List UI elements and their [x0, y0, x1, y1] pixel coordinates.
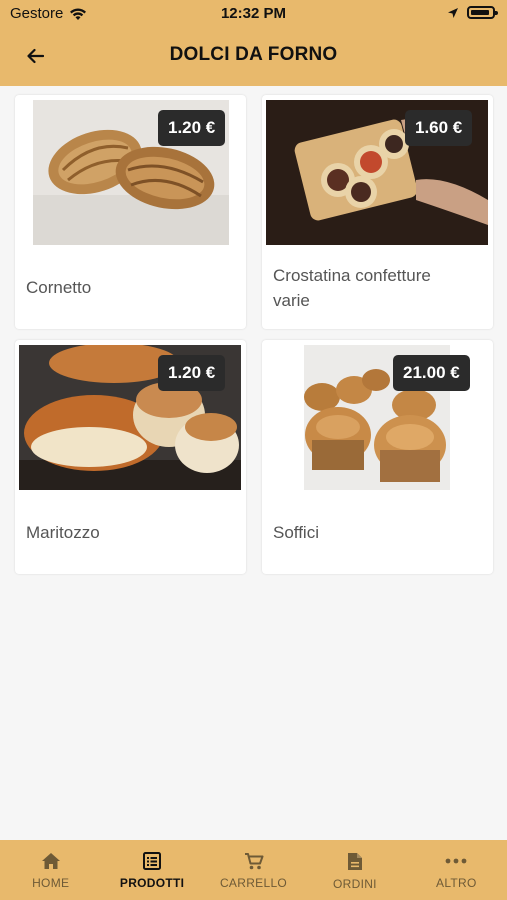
product-name: Maritozzo: [26, 523, 100, 542]
tab-label: PRODOTTI: [119, 876, 185, 890]
tab-label: HOME: [32, 876, 70, 890]
status-right-group: [447, 6, 498, 19]
price-badge: 1.20 €: [158, 355, 226, 391]
tab-altro[interactable]: ALTRO: [406, 840, 507, 900]
status-time: 12:32 PM: [220, 5, 287, 22]
top-app-bar: Gestore 12:32 PM DOLCI DA FORNO: [0, 0, 507, 86]
product-card-cornetto[interactable]: 1.20 € Cornetto: [15, 95, 246, 329]
tab-carrello[interactable]: CARRELLO: [203, 840, 304, 900]
home-icon: [41, 853, 60, 869]
list-icon: [143, 852, 162, 870]
bottom-tab-bar: HOME PRODOTTI CARRELLO ORDINI ALTRO: [0, 840, 507, 900]
tab-label: CARRELLO: [219, 876, 288, 890]
product-name: Crostatina confetture varie: [273, 266, 431, 310]
tab-home[interactable]: HOME: [0, 840, 101, 900]
location-arrow-icon: [448, 7, 458, 18]
status-bar: Gestore 12:32 PM: [0, 0, 507, 28]
product-card-maritozzo[interactable]: 1.20 € Maritozzo: [15, 340, 246, 574]
product-card-soffici[interactable]: 21.00 € Soffici: [262, 340, 493, 574]
tab-ordini[interactable]: ORDINI: [304, 840, 405, 900]
document-icon: [347, 853, 362, 870]
price-badge: 1.20 €: [158, 110, 226, 146]
tab-label: ALTRO: [436, 876, 477, 890]
cart-icon: [244, 853, 264, 870]
more-icon: [445, 858, 467, 864]
product-name: Soffici: [273, 523, 319, 542]
tab-label: ORDINI: [333, 877, 377, 891]
product-card-crostatina[interactable]: 1.60 € Crostatina confetture varie: [262, 95, 493, 329]
battery-icon: [467, 6, 498, 19]
price-badge: 1.60 €: [405, 110, 473, 146]
price-badge: 21.00 €: [393, 355, 470, 391]
product-name: Cornetto: [26, 278, 92, 297]
page-title: DOLCI DA FORNO: [169, 44, 338, 65]
tab-prodotti[interactable]: PRODOTTI: [101, 840, 202, 900]
